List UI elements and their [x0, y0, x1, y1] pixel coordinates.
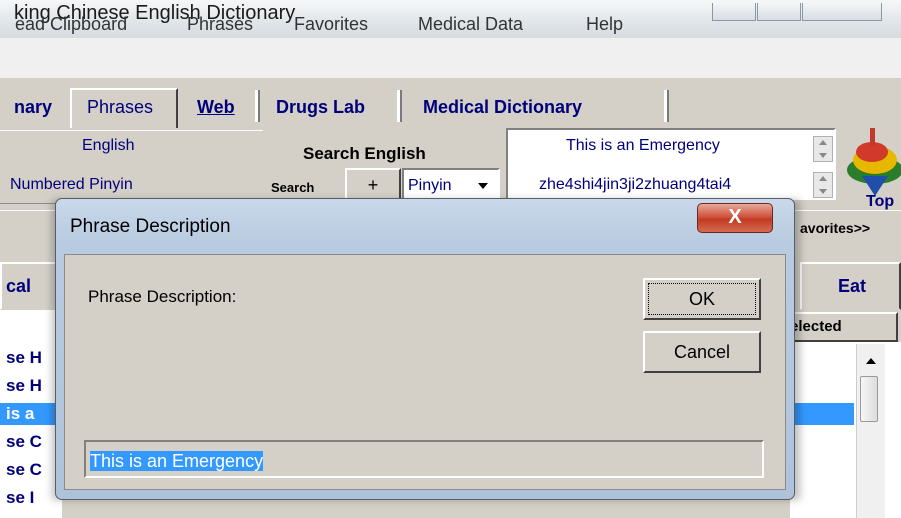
- scroll-thumb[interactable]: [860, 376, 878, 422]
- right-panel-tab-label: Eat: [838, 276, 867, 296]
- menu-read-clipboard[interactable]: ead Clipboard: [15, 14, 127, 35]
- dialog-prompt-label: Phrase Description:: [88, 287, 237, 306]
- tab-separator: [255, 90, 260, 122]
- english-spinner[interactable]: [813, 136, 833, 162]
- menu-help[interactable]: Help: [586, 14, 623, 35]
- list-item-selected[interactable]: is a: [6, 404, 34, 424]
- left-panel-tab-label: cal: [6, 276, 32, 296]
- tab-phrases[interactable]: Phrases: [87, 97, 153, 118]
- close-window-button[interactable]: [802, 3, 882, 21]
- search-label: Search: [271, 180, 315, 195]
- dialog-title: Phrase Description: [70, 216, 231, 237]
- menu-bar: [0, 38, 901, 79]
- vertical-scrollbar[interactable]: [856, 344, 885, 518]
- pinyin-spinner[interactable]: [813, 172, 833, 198]
- phrase-description-input[interactable]: This is an Emergency: [84, 440, 764, 478]
- list-item[interactable]: se C: [6, 432, 42, 452]
- tab-separator: [397, 90, 402, 122]
- plus-button[interactable]: +: [345, 168, 401, 202]
- tab-web[interactable]: Web: [197, 97, 235, 118]
- menu-phrases[interactable]: Phrases: [187, 14, 253, 35]
- list-item[interactable]: se H: [6, 348, 42, 368]
- spinning-top-logo-icon: [847, 128, 901, 196]
- favorites-link[interactable]: avorites>>: [800, 220, 870, 236]
- tab-dictionary[interactable]: nary: [14, 97, 52, 118]
- top-link[interactable]: Top: [866, 193, 894, 211]
- scroll-up-arrow-icon[interactable]: [866, 358, 876, 364]
- minimize-button[interactable]: [712, 3, 756, 21]
- english-field-label: English: [82, 137, 135, 154]
- cancel-button[interactable]: Cancel: [643, 331, 761, 373]
- result-pinyin[interactable]: zhe4shi4jin3ji2zhuang4tai4: [539, 176, 731, 194]
- ok-button[interactable]: OK: [643, 278, 761, 320]
- selected-input-text: This is an Emergency: [90, 451, 264, 471]
- close-icon[interactable]: X: [697, 203, 773, 233]
- pinyin-field-label: Numbered Pinyin: [10, 176, 133, 193]
- tab-separator: [664, 90, 669, 122]
- tab-medical-dictionary[interactable]: Medical Dictionary: [423, 97, 582, 118]
- result-english[interactable]: This is an Emergency: [566, 137, 720, 155]
- pinyin-select-value: Pinyin: [408, 177, 452, 194]
- list-item[interactable]: se I: [6, 488, 34, 508]
- list-item[interactable]: se H: [6, 376, 42, 396]
- search-english-button[interactable]: Search English: [303, 144, 426, 164]
- chevron-down-icon: [478, 183, 488, 189]
- maximize-button[interactable]: [757, 3, 801, 21]
- menu-favorites[interactable]: Favorites: [294, 14, 368, 35]
- menu-medical-data[interactable]: Medical Data: [418, 14, 523, 35]
- list-item[interactable]: se C: [6, 460, 42, 480]
- tab-drugs-lab[interactable]: Drugs Lab: [276, 97, 365, 118]
